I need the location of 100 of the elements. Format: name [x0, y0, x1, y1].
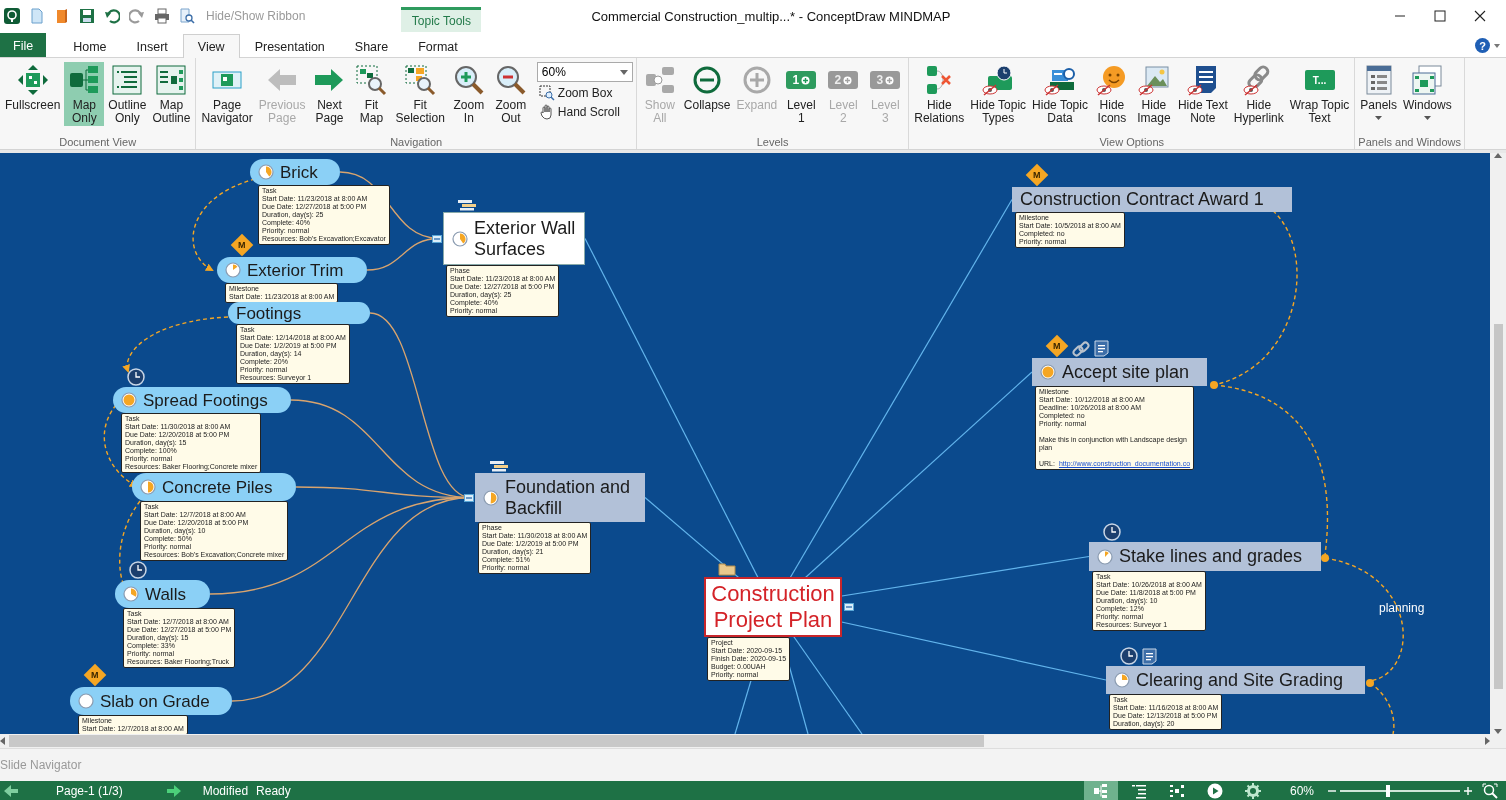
caret-icon	[1494, 43, 1500, 48]
mind-map-topic[interactable]: Clearing and Site Grading	[1106, 666, 1365, 694]
map-outline-icon	[155, 64, 188, 96]
ribbon-button[interactable]: Map Only	[64, 62, 105, 126]
toolbar-button[interactable]: Zoom Box	[536, 85, 633, 101]
zoom-combo[interactable]: 60%	[536, 62, 633, 82]
ribbon-button[interactable]: Hide Hyperlink	[1231, 62, 1286, 126]
open-book-icon[interactable]	[54, 8, 70, 24]
ribbon-button[interactable]: Outline Only	[106, 62, 149, 126]
ribbon-button[interactable]: Hide Relations	[912, 62, 967, 126]
zoom-out-icon	[494, 64, 527, 96]
ribbon-button[interactable]: Fullscreen	[3, 62, 63, 113]
group-label: Panels and Windows	[1358, 136, 1462, 149]
file-menu-button[interactable]: File	[0, 33, 47, 57]
right-arrow-icon[interactable]	[166, 785, 181, 797]
horizontal-scrollbar[interactable]	[0, 734, 1506, 748]
mind-map-icon	[1092, 783, 1109, 799]
milestone-icon: M	[1045, 334, 1069, 358]
help-button[interactable]: ?	[1475, 38, 1490, 53]
level-icon: 3	[870, 71, 901, 89]
progress-icon	[121, 392, 137, 408]
vertical-scrollbar[interactable]	[1490, 153, 1506, 734]
ribbon-button[interactable]: Zoom Out	[490, 62, 531, 126]
expand-arrows-icon	[16, 64, 49, 96]
progress-icon	[140, 479, 156, 495]
ribbon-button[interactable]: T... Wrap Topic Text	[1287, 62, 1352, 126]
milestone-icon: M	[1025, 163, 1049, 187]
scrollbar-thumb[interactable]	[1493, 324, 1503, 689]
chain-link-icon	[1072, 341, 1090, 357]
mind-map-topic[interactable]: Brick	[250, 159, 340, 185]
outline-list-icon	[1130, 783, 1147, 799]
mind-map-topic[interactable]: Stake lines and grades	[1089, 542, 1321, 571]
mind-map-topic[interactable]: Concrete Piles	[132, 473, 296, 501]
ribbon-button[interactable]: Zoom In	[448, 62, 489, 126]
mind-map-topic[interactable]: Construction Contract Award 1	[1012, 187, 1292, 212]
ribbon-tab[interactable]: Format	[403, 35, 473, 57]
ribbon-button[interactable]: Fit Selection	[393, 62, 447, 126]
scrollbar-thumb[interactable]	[9, 735, 984, 747]
ribbon-button[interactable]: Page Navigator	[199, 62, 255, 126]
fit-selection-icon	[404, 64, 437, 96]
ribbon-button[interactable]: Hide Topic Data	[1030, 62, 1090, 126]
ribbon-button[interactable]: Hide Image	[1133, 62, 1174, 126]
group-label: View Options	[1098, 136, 1166, 149]
caret-icon	[619, 69, 628, 75]
app-logo-icon[interactable]	[4, 8, 20, 24]
ribbon-button[interactable]: Map Outline	[150, 62, 193, 126]
zoom-in-icon[interactable]	[1464, 787, 1472, 795]
ribbon-button[interactable]: Hide Topic Types	[968, 62, 1029, 126]
toolbar-button[interactable]: Hand Scroll	[536, 104, 633, 120]
printer-icon[interactable]	[154, 8, 170, 24]
zoom-out-icon[interactable]	[1328, 787, 1336, 795]
mind-map-topic[interactable]: Foundation and Backfill	[475, 473, 645, 522]
zoom-fit-icon[interactable]	[1482, 783, 1498, 799]
left-arrow-icon[interactable]	[4, 785, 18, 797]
ribbon-button[interactable]: Next Page	[309, 62, 350, 126]
collapse-handle-icon[interactable]	[844, 603, 854, 611]
ribbon-button[interactable]: 1 Level 1	[781, 62, 822, 126]
mind-map-topic[interactable]: Exterior Trim	[217, 257, 367, 283]
ribbon-tab[interactable]: Home	[58, 35, 122, 57]
group-label: Document View	[58, 136, 138, 149]
ribbon-button[interactable]: Fit Map	[351, 62, 392, 126]
note-icon	[1142, 648, 1157, 665]
mind-map-topic[interactable]: Spread Footings	[113, 387, 291, 413]
ribbon-button[interactable]: Hide Icons	[1091, 62, 1132, 126]
note-icon	[1186, 64, 1219, 96]
ribbon-tab[interactable]: Presentation	[239, 35, 340, 57]
level-icon: 2	[828, 71, 859, 89]
fit-map-icon	[355, 64, 388, 96]
ribbon-tab[interactable]: Share	[339, 35, 404, 57]
print-preview-icon[interactable]	[179, 8, 195, 24]
view-button[interactable]	[1083, 781, 1118, 800]
mind-map-topic[interactable]: Slab on Grade	[70, 687, 232, 715]
ribbon-tab[interactable]: View	[182, 34, 240, 58]
collapse-handle-icon[interactable]	[464, 493, 474, 502]
close-button[interactable]	[1474, 10, 1486, 22]
ribbon-button[interactable]: Collapse	[681, 62, 733, 113]
scroll-left-icon[interactable]	[0, 737, 5, 745]
mind-map-topic[interactable]: Construction Project Plan	[704, 577, 842, 637]
progress-icon	[452, 230, 468, 247]
mind-map-topic[interactable]: Footings	[228, 302, 370, 324]
save-icon[interactable]	[79, 8, 95, 24]
slider-thumb[interactable]	[1386, 785, 1390, 797]
redo-icon[interactable]	[129, 8, 145, 24]
ribbon-button[interactable]: Panels	[1358, 62, 1400, 121]
maximize-button[interactable]	[1434, 10, 1446, 22]
ribbon-button[interactable]: Windows	[1401, 62, 1454, 121]
ribbon-tab[interactable]: Insert	[121, 35, 183, 57]
undo-icon[interactable]	[104, 8, 120, 24]
ribbon-button[interactable]: Hide Text Note	[1175, 62, 1230, 126]
scroll-right-icon[interactable]	[1485, 737, 1490, 745]
progress-icon	[1114, 672, 1130, 688]
level-icon: 1	[786, 71, 817, 89]
mind-map-topic[interactable]: Accept site plan	[1032, 358, 1207, 386]
progress-icon	[483, 489, 499, 506]
show-all-icon	[643, 64, 676, 96]
mind-map-topic[interactable]: Walls	[115, 580, 210, 608]
collapse-handle-icon[interactable]	[432, 234, 442, 243]
mind-map-topic[interactable]: Exterior Wall Surfaces	[443, 212, 585, 265]
window-title: Commercial Construction_multip...* - ConceptDraw MINDMAP	[591, 8, 951, 24]
milestone-icon: M	[83, 663, 107, 687]
